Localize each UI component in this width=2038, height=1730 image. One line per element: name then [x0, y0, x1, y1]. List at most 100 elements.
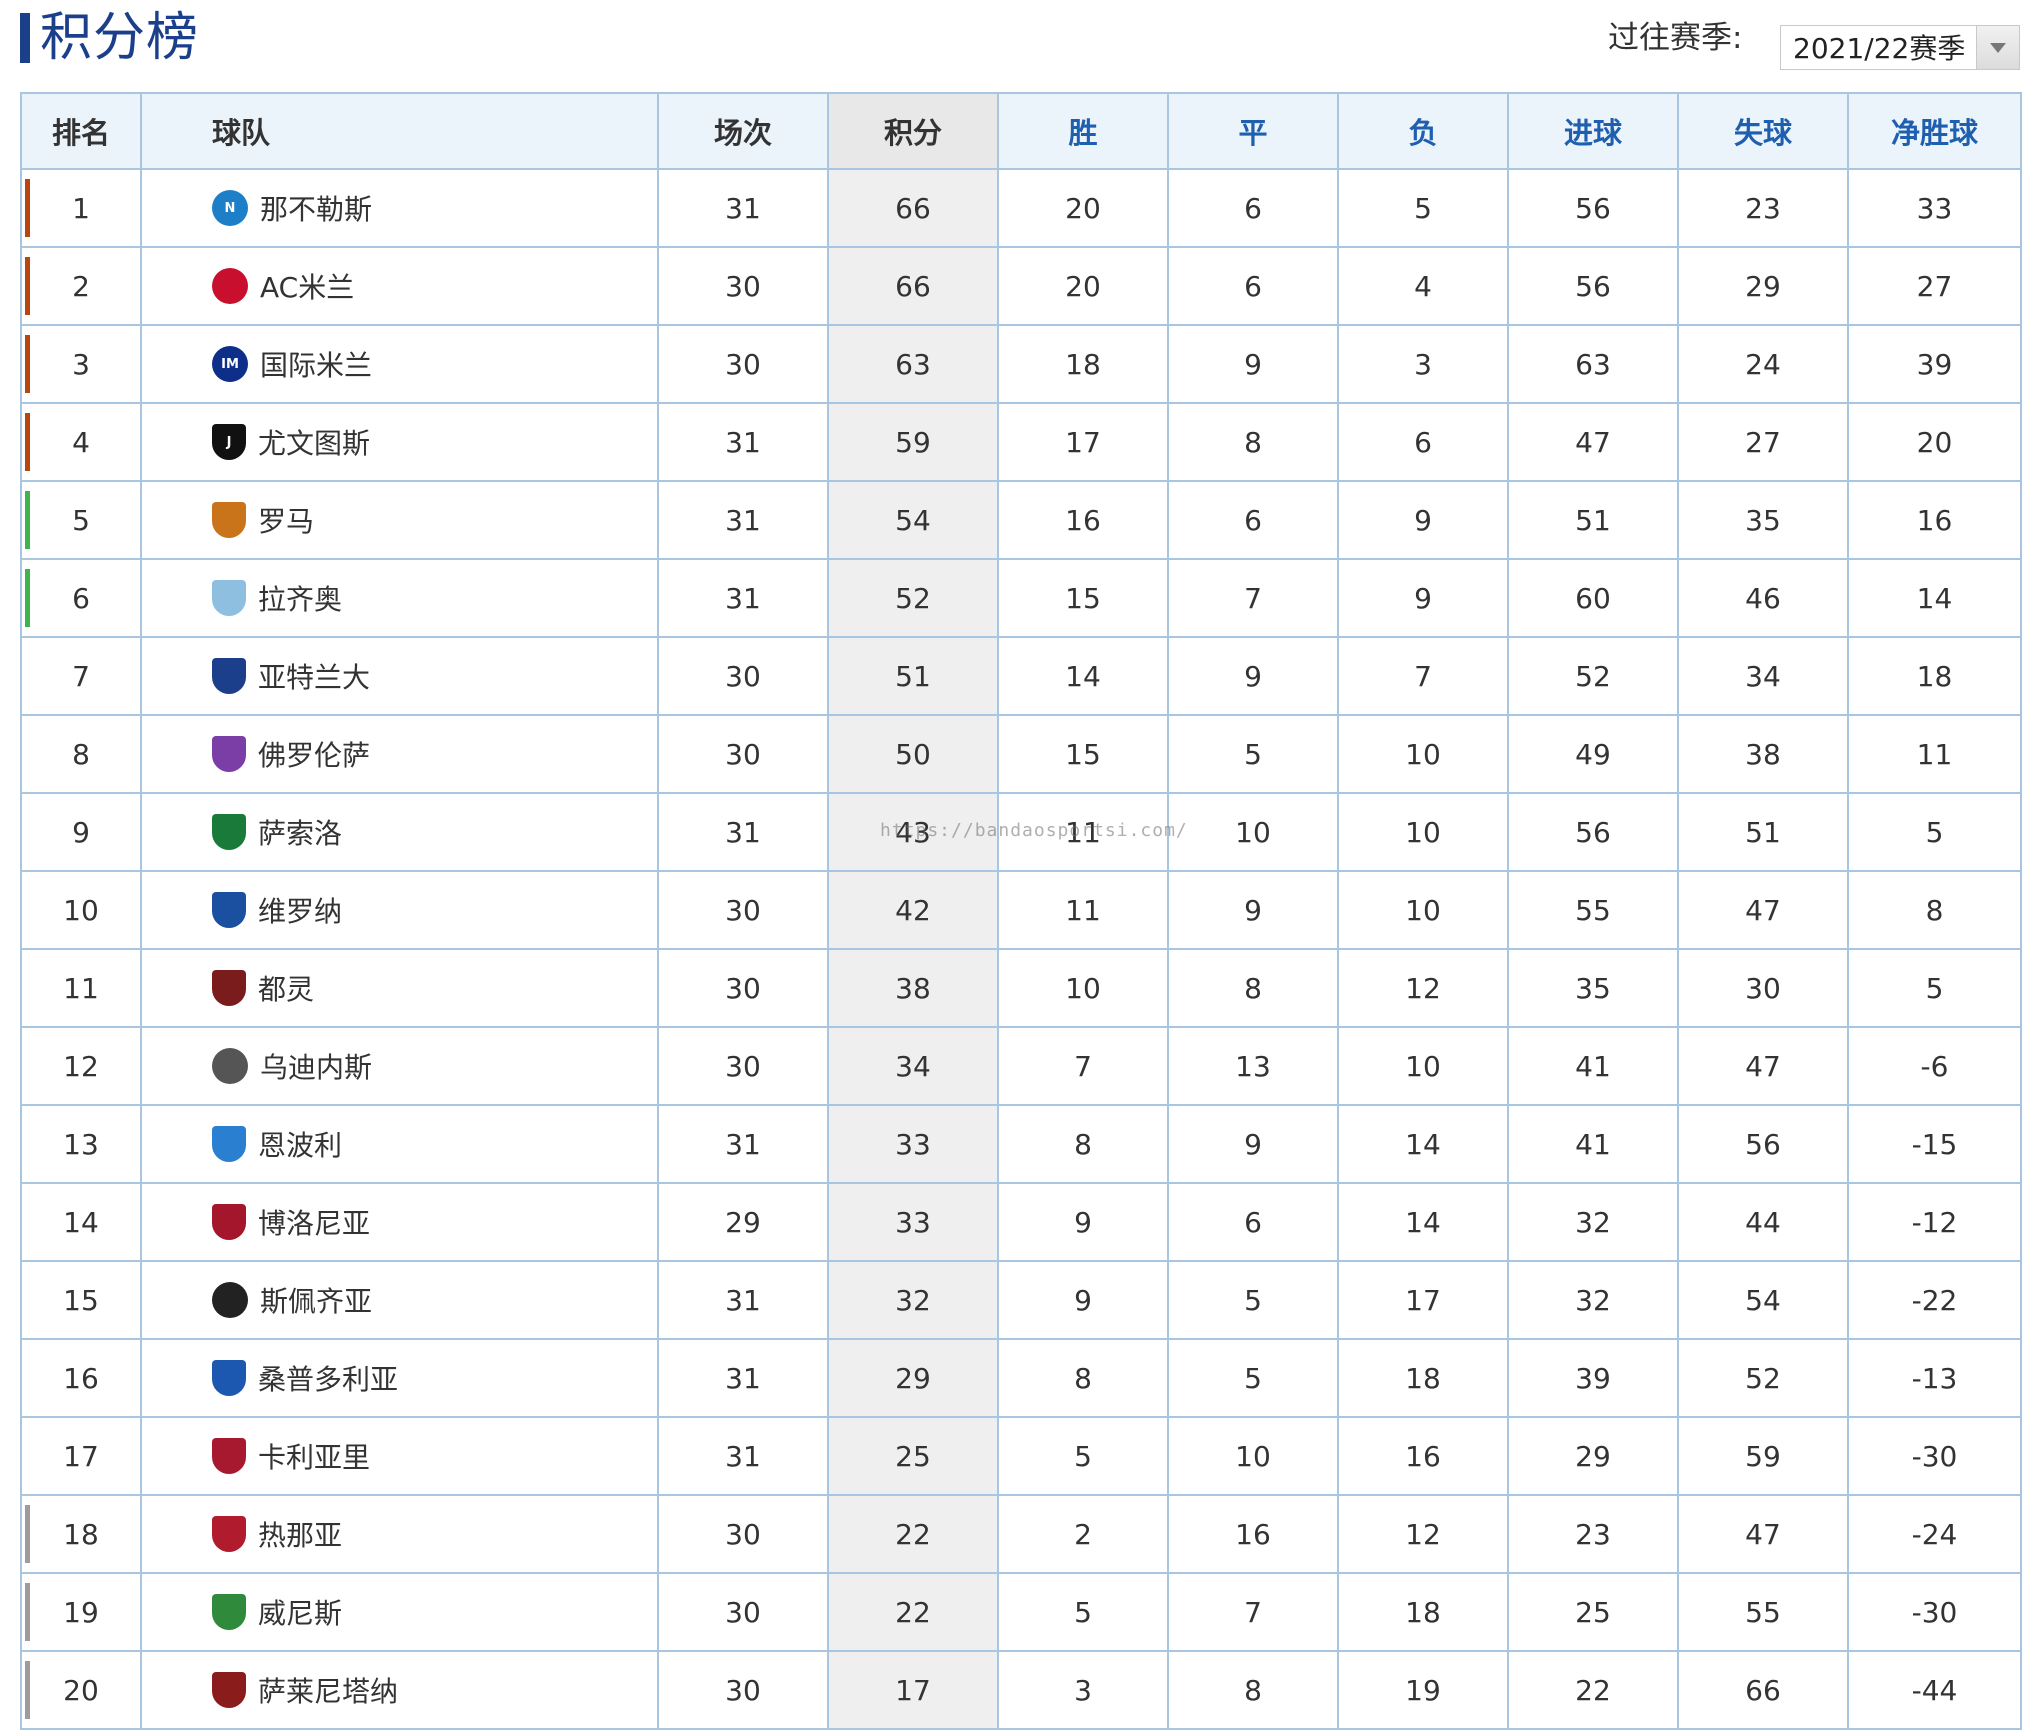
- team-name[interactable]: 都灵: [258, 968, 314, 1008]
- goals-for-cell: 55: [1507, 870, 1679, 950]
- team-cell[interactable]: 乌迪内斯: [140, 1026, 659, 1106]
- team-cell[interactable]: 拉齐奥: [140, 558, 659, 638]
- goals-against-cell: 29: [1677, 246, 1849, 326]
- team-name[interactable]: 卡利亚里: [258, 1436, 370, 1476]
- team-name[interactable]: 佛罗伦萨: [258, 734, 370, 774]
- table-row[interactable]: 18 热那亚 30 22 2 16 12 23 47 -24: [20, 1494, 2022, 1574]
- team-cell[interactable]: 威尼斯: [140, 1572, 659, 1652]
- team-cell[interactable]: N 那不勒斯: [140, 168, 659, 248]
- column-header-points[interactable]: 积分: [827, 92, 999, 170]
- table-row[interactable]: 8 佛罗伦萨 30 50 15 5 10 49 38 11: [20, 714, 2022, 794]
- team-name[interactable]: 拉齐奥: [258, 578, 342, 618]
- team-name[interactable]: AC米兰: [260, 266, 354, 306]
- goals-against-cell: 56: [1677, 1104, 1849, 1184]
- rank-value: 17: [63, 1439, 99, 1473]
- table-row[interactable]: 1 N 那不勒斯 31 66 20 6 5 56 23 33: [20, 168, 2022, 248]
- points-cell: 66: [827, 168, 999, 248]
- team-cell[interactable]: AC米兰: [140, 246, 659, 326]
- drawn-cell: 8: [1167, 948, 1339, 1028]
- team-cell[interactable]: 桑普多利亚: [140, 1338, 659, 1418]
- column-header-won[interactable]: 胜: [997, 92, 1169, 170]
- team-cell[interactable]: 佛罗伦萨: [140, 714, 659, 794]
- team-cell[interactable]: 斯佩齐亚: [140, 1260, 659, 1340]
- team-cell[interactable]: 萨莱尼塔纳: [140, 1650, 659, 1730]
- column-header-played[interactable]: 场次: [657, 92, 829, 170]
- team-name[interactable]: 亚特兰大: [258, 656, 370, 696]
- column-header-goals-for[interactable]: 进球: [1507, 92, 1679, 170]
- won-cell: 9: [997, 1260, 1169, 1340]
- played-cell: 30: [657, 1572, 829, 1652]
- team-name[interactable]: 桑普多利亚: [258, 1358, 398, 1398]
- team-name[interactable]: 热那亚: [258, 1514, 342, 1554]
- table-row[interactable]: 19 威尼斯 30 22 5 7 18 25 55 -30: [20, 1572, 2022, 1652]
- table-row[interactable]: 15 斯佩齐亚 31 32 9 5 17 32 54 -22: [20, 1260, 2022, 1340]
- team-cell[interactable]: 都灵: [140, 948, 659, 1028]
- points-cell: 54: [827, 480, 999, 560]
- table-row[interactable]: 11 都灵 30 38 10 8 12 35 30 5: [20, 948, 2022, 1028]
- table-row[interactable]: 7 亚特兰大 30 51 14 9 7 52 34 18: [20, 636, 2022, 716]
- table-row[interactable]: 6 拉齐奥 31 52 15 7 9 60 46 14: [20, 558, 2022, 638]
- lost-cell: 16: [1337, 1416, 1509, 1496]
- column-header-goal-diff[interactable]: 净胜球: [1847, 92, 2022, 170]
- team-cell[interactable]: 卡利亚里: [140, 1416, 659, 1496]
- team-cell[interactable]: 博洛尼亚: [140, 1182, 659, 1262]
- table-row[interactable]: 13 恩波利 31 33 8 9 14 41 56 -15: [20, 1104, 2022, 1184]
- team-cell[interactable]: 亚特兰大: [140, 636, 659, 716]
- table-row[interactable]: 4 J 尤文图斯 31 59 17 8 6 47 27 20: [20, 402, 2022, 482]
- points-cell: 59: [827, 402, 999, 482]
- team-name[interactable]: 恩波利: [258, 1124, 342, 1164]
- team-cell[interactable]: 恩波利: [140, 1104, 659, 1184]
- rank-value: 14: [63, 1205, 99, 1239]
- table-row[interactable]: 16 桑普多利亚 31 29 8 5 18 39 52 -13: [20, 1338, 2022, 1418]
- table-row[interactable]: 14 博洛尼亚 29 33 9 6 14 32 44 -12: [20, 1182, 2022, 1262]
- table-row[interactable]: 3 IM 国际米兰 30 63 18 9 3 63 24 39: [20, 324, 2022, 404]
- goals-for-cell: 32: [1507, 1260, 1679, 1340]
- drawn-cell: 5: [1167, 1338, 1339, 1418]
- season-label: 过往赛季:: [1608, 20, 1743, 56]
- goals-against-cell: 30: [1677, 948, 1849, 1028]
- team-cell[interactable]: 萨索洛: [140, 792, 659, 872]
- team-cell[interactable]: J 尤文图斯: [140, 402, 659, 482]
- table-row[interactable]: 5 罗马 31 54 16 6 9 51 35 16: [20, 480, 2022, 560]
- played-cell: 30: [657, 324, 829, 404]
- team-name[interactable]: 博洛尼亚: [258, 1202, 370, 1242]
- column-header-drawn[interactable]: 平: [1167, 92, 1339, 170]
- drawn-cell: 5: [1167, 1260, 1339, 1340]
- team-name[interactable]: 萨莱尼塔纳: [258, 1670, 398, 1710]
- team-cell[interactable]: IM 国际米兰: [140, 324, 659, 404]
- team-name[interactable]: 斯佩齐亚: [260, 1280, 372, 1320]
- team-cell[interactable]: 热那亚: [140, 1494, 659, 1574]
- team-name[interactable]: 尤文图斯: [258, 422, 370, 462]
- column-header-team[interactable]: 球队: [140, 92, 659, 170]
- team-name[interactable]: 国际米兰: [260, 344, 372, 384]
- team-name[interactable]: 乌迪内斯: [260, 1046, 372, 1086]
- rank-value: 18: [63, 1517, 99, 1551]
- column-header-lost[interactable]: 负: [1337, 92, 1509, 170]
- rank-value: 20: [63, 1673, 99, 1707]
- table-row[interactable]: 17 卡利亚里 31 25 5 10 16 29 59 -30: [20, 1416, 2022, 1496]
- team-name[interactable]: 萨索洛: [258, 812, 342, 852]
- column-header-rank[interactable]: 排名: [20, 92, 142, 170]
- team-name[interactable]: 那不勒斯: [260, 188, 372, 228]
- team-name[interactable]: 维罗纳: [258, 890, 342, 930]
- table-row[interactable]: 20 萨莱尼塔纳 30 17 3 8 19 22 66 -44: [20, 1650, 2022, 1730]
- table-row[interactable]: 2 AC米兰 30 66 20 6 4 56 29 27: [20, 246, 2022, 326]
- chevron-down-icon[interactable]: [1976, 26, 2019, 69]
- points-cell: 66: [827, 246, 999, 326]
- table-row[interactable]: 12 乌迪内斯 30 34 7 13 10 41 47 -6: [20, 1026, 2022, 1106]
- team-cell[interactable]: 罗马: [140, 480, 659, 560]
- points-cell: 38: [827, 948, 999, 1028]
- udinese-crest-icon: [212, 1048, 248, 1084]
- lost-cell: 18: [1337, 1572, 1509, 1652]
- played-cell: 30: [657, 948, 829, 1028]
- season-select[interactable]: 2021/22赛季: [1780, 25, 2020, 70]
- team-cell[interactable]: 维罗纳: [140, 870, 659, 950]
- lost-cell: 10: [1337, 714, 1509, 794]
- column-header-goals-against[interactable]: 失球: [1677, 92, 1849, 170]
- lost-cell: 19: [1337, 1650, 1509, 1730]
- team-name[interactable]: 威尼斯: [258, 1592, 342, 1632]
- table-row[interactable]: 10 维罗纳 30 42 11 9 10 55 47 8: [20, 870, 2022, 950]
- goals-against-cell: 47: [1677, 1026, 1849, 1106]
- napoli-crest-icon: N: [212, 190, 248, 226]
- team-name[interactable]: 罗马: [258, 500, 314, 540]
